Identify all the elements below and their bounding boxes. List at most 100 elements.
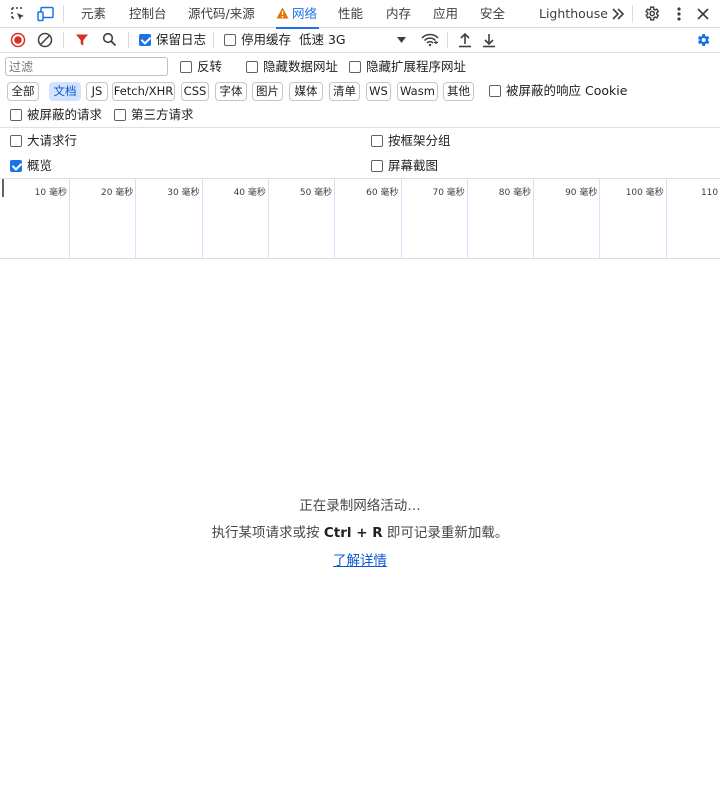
throttling-select[interactable]: 低速 3G [299,33,346,47]
reload-hint: 执行某项请求或按 Ctrl + R 即可记录重新加载。 [0,521,720,541]
filter-icon[interactable] [75,33,89,47]
timeline-gridline [69,179,70,259]
type-filter-img[interactable]: 图片 [252,82,283,101]
preserve-log-checkbox[interactable] [139,34,151,46]
invert-checkbox[interactable] [180,61,192,73]
upload-icon[interactable] [458,32,472,48]
settings-divider [0,127,720,128]
gear-icon[interactable] [643,5,660,22]
wifi-icon[interactable] [421,33,439,47]
hide-extension-urls-label: 隐藏扩展程序网址 [366,59,467,74]
timeline-gridline [665,179,667,259]
filter-input[interactable] [5,57,168,76]
type-filter-js[interactable]: JS [86,82,108,101]
timeline-tick-label: 110 毫 [700,188,720,198]
tab-sources[interactable]: 源代码/来源 [188,0,255,28]
tab-memory[interactable]: 内存 [386,0,411,28]
toolbar-separator [63,32,64,48]
record-icon[interactable] [10,32,26,48]
learn-more-row: 了解详情 [0,549,720,569]
tab-network[interactable]: 网络 [275,0,320,29]
hide-extension-urls-checkbox[interactable] [349,61,361,73]
timeline-gridline [135,179,137,259]
hide-data-urls-label: 隐藏数据网址 [263,59,339,74]
type-filter-wasm[interactable]: Wasm [397,82,438,101]
tab-security[interactable]: 安全 [480,0,505,28]
reload-hint-prefix: 执行某项请求或按 [211,525,324,541]
network-toolbar: 保留日志 停用缓存 低速 3G [0,28,720,53]
timeline-start-marker [2,179,4,197]
tab-separator [632,5,633,23]
third-party-checkbox[interactable] [114,109,126,121]
tab-performance[interactable]: 性能 [338,0,363,28]
type-filter-doc[interactable]: 文档 [49,82,81,101]
devtools-tab-bar: 元素 控制台 源代码/来源 网络 性能 内存 应用 安全 Lighthouse [0,0,720,29]
preserve-log-label: 保留日志 [156,32,207,47]
tab-lighthouse[interactable]: Lighthouse [539,0,608,28]
timeline-gridline [466,179,468,259]
group-by-frame-label: 按框架分组 [388,133,451,148]
close-icon[interactable] [696,7,710,21]
disable-cache-checkbox[interactable] [224,34,236,46]
timeline-tick-label: 40 毫秒 [233,188,266,198]
timeline-gridline [267,179,269,259]
kebab-menu-icon[interactable] [672,6,686,22]
type-filter-all[interactable]: 全部 [7,82,39,101]
more-tabs-icon[interactable] [611,8,625,20]
search-icon[interactable] [102,32,117,47]
blocked-cookies-label: 被屏蔽的响应 Cookie [506,83,628,98]
timeline-tick-label: 50 毫秒 [299,188,333,198]
toolbar-separator [213,32,214,48]
toolbar-separator [128,32,129,48]
blocked-cookies-checkbox[interactable] [489,85,501,97]
big-rows-checkbox[interactable] [10,135,22,147]
timeline-tick-label: 60 毫秒 [366,188,399,198]
recording-message: 正在录制网络活动… [299,498,421,514]
reload-hint-suffix: 即可记录重新加载。 [382,525,509,541]
type-filter-other[interactable]: 其他 [443,82,474,101]
network-overview-timeline[interactable]: 10 毫秒 20 毫秒 30 毫秒 40 毫秒 50 毫秒 60 毫秒 70 毫秒 80 毫秒… [0,179,720,259]
overview-checkbox[interactable] [10,160,22,172]
timeline-tick-label: 20 毫秒 [100,188,134,198]
timeline-gridline [599,179,601,259]
timeline-tick-label: 10 毫秒 [34,188,67,198]
reload-shortcut: Ctrl + R [323,525,383,541]
big-rows-label: 大请求行 [27,133,78,148]
screenshots-label: 屏幕截图 [388,158,439,173]
type-filter-media[interactable]: 媒体 [289,82,323,101]
timeline-tick-label: 70 毫秒 [432,188,465,198]
tab-elements[interactable]: 元素 [81,0,106,28]
type-filter-font[interactable]: 字体 [215,82,247,101]
timeline-tick-label: 30 毫秒 [167,188,200,198]
blocked-requests-checkbox[interactable] [10,109,22,121]
tab-separator [63,5,64,23]
download-icon[interactable] [482,32,496,48]
device-toolbar-icon[interactable] [37,6,55,22]
inspect-icon[interactable] [10,6,26,22]
type-filter-manifest[interactable]: 清单 [329,82,360,101]
type-filter-css[interactable]: CSS [181,82,209,101]
group-by-frame-checkbox[interactable] [371,135,383,147]
timeline-tick-label: 100 毫秒 [625,188,664,198]
screenshots-checkbox[interactable] [371,160,383,172]
type-filter-fetch-xhr[interactable]: Fetch/XHR [112,82,175,101]
disable-cache-label: 停用缓存 [241,32,292,47]
clear-icon[interactable] [37,32,53,48]
blocked-requests-label: 被屏蔽的请求 [27,107,103,122]
timeline-gridline [533,179,535,259]
timeline-gridline [201,179,203,259]
timeline-tick-label: 90 毫秒 [565,188,598,198]
dropdown-icon[interactable] [397,37,406,43]
learn-more-link[interactable]: 了解详情 [333,553,387,569]
overview-label: 概览 [27,158,53,173]
type-filter-ws[interactable]: WS [366,82,391,101]
tab-application[interactable]: 应用 [433,0,458,28]
toolbar-separator [447,32,448,48]
timeline-tick-label: 80 毫秒 [498,188,532,198]
third-party-label: 第三方请求 [131,107,194,122]
timeline-gridline [400,179,402,259]
tab-console[interactable]: 控制台 [129,0,167,28]
network-settings-icon[interactable] [695,32,711,48]
hide-data-urls-checkbox[interactable] [246,61,258,73]
invert-label: 反转 [197,59,223,74]
